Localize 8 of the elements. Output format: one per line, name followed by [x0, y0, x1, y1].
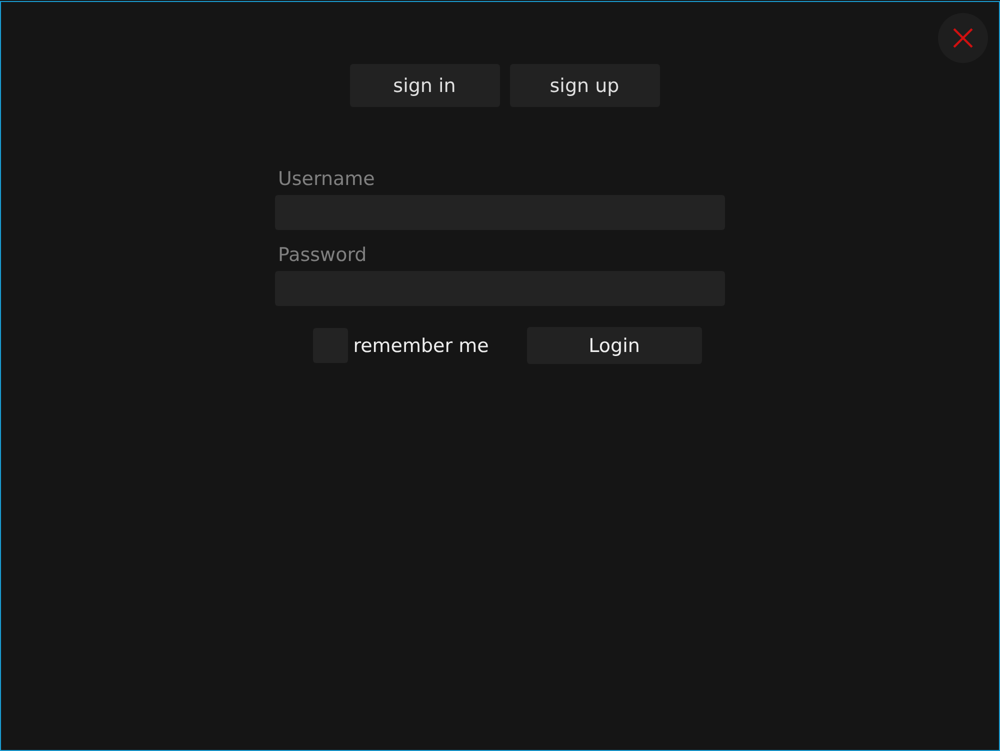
field-label: Password: [277, 243, 368, 268]
tab[interactable]: sign in: [350, 64, 500, 107]
checkbox-label: remember me: [353, 334, 489, 356]
field-label: Username: [277, 167, 376, 192]
login-button[interactable]: Login: [526, 327, 702, 364]
close-icon: [953, 28, 973, 48]
close-button[interactable]: [938, 13, 988, 63]
tab[interactable]: sign up: [510, 64, 660, 107]
